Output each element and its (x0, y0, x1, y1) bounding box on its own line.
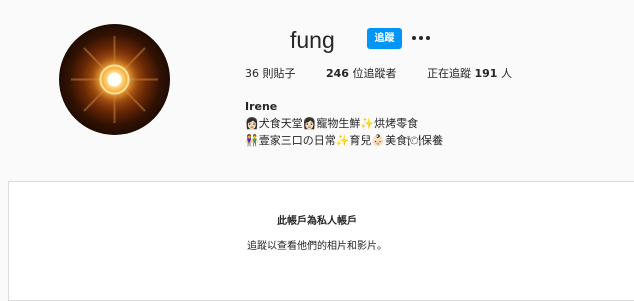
following-count[interactable]: 正在追蹤 191 人 (427, 67, 512, 81)
profile-full-name: Irene (245, 100, 278, 113)
followers-count[interactable]: 246 位追蹤者 (326, 67, 396, 81)
following-label: 正在追蹤 (427, 67, 471, 80)
following-unit: 人 (500, 67, 512, 80)
posts-count: 36 則貼子 (245, 67, 296, 80)
profile-bio: Irene 👩🏻犬食天堂👩🏻寵物生鮮✨烘烤零食 👫壹家三口の日常✨育兒👶🏻美食🍽… (245, 98, 443, 149)
private-account-title: 此帳戶為私人帳戶 (277, 216, 357, 227)
more-options-icon[interactable] (410, 30, 432, 46)
dot (426, 36, 430, 40)
following-number: 191 (474, 67, 498, 80)
bio-line-1: 👩🏻犬食天堂👩🏻寵物生鮮✨烘烤零食 (245, 117, 419, 130)
dot (412, 36, 416, 40)
followers-number: 246 (326, 67, 349, 80)
followers-label: 位追蹤者 (352, 67, 397, 80)
candle-flame-image (71, 36, 158, 123)
profile-username: fung (290, 27, 335, 53)
avatar[interactable] (59, 24, 170, 135)
private-account-message: 追蹤以查看他們的相片和影片。 (247, 241, 387, 252)
bio-line-2: 👫壹家三口の日常✨育兒👶🏻美食🍽保養 (245, 134, 444, 147)
follow-button[interactable]: 追蹤 (367, 28, 402, 49)
dot (419, 36, 423, 40)
